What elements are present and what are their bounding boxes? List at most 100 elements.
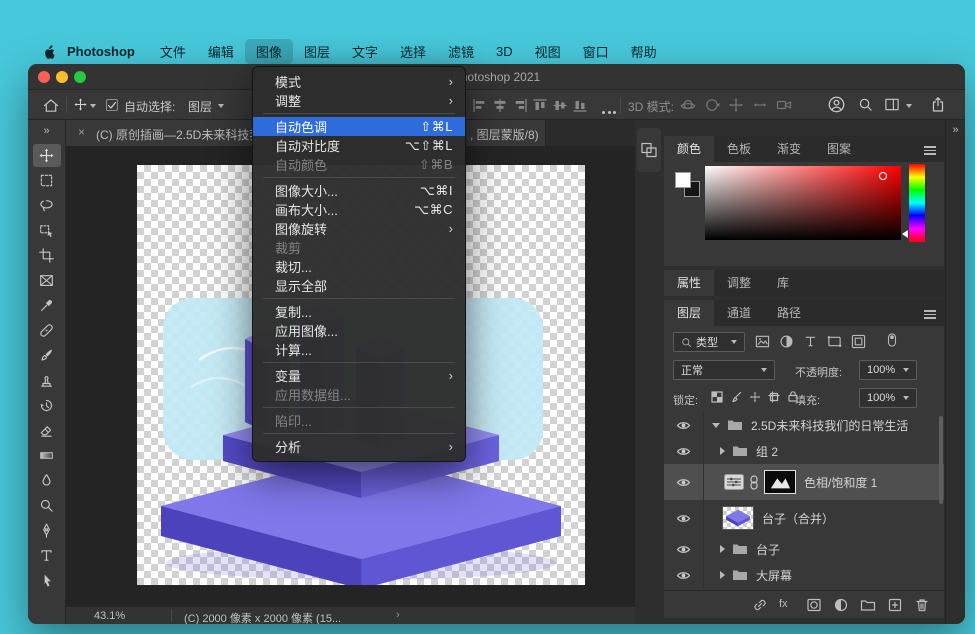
dodge-tool-button[interactable] [33, 494, 61, 517]
align-right-edges-icon[interactable] [512, 98, 528, 113]
menu-item-image-rotation[interactable]: 图像旋转› [253, 219, 465, 238]
lock-artboard-icon[interactable] [768, 391, 780, 403]
visibility-toggle[interactable] [664, 536, 704, 562]
expand-collapse-icon[interactable] [720, 447, 725, 455]
new-layer-icon[interactable] [887, 597, 903, 613]
tab-layers[interactable]: 图层 [664, 300, 714, 326]
menubar-item-layer[interactable]: 图层 [293, 39, 341, 64]
layer-mask-link-icon[interactable] [749, 475, 759, 490]
marquee-tool-button[interactable] [33, 169, 61, 192]
home-icon[interactable] [42, 97, 60, 113]
lasso-tool-button[interactable] [33, 194, 61, 217]
layer-name[interactable]: 大屏幕 [756, 567, 792, 584]
visibility-toggle[interactable] [664, 412, 704, 438]
menubar-item-3d[interactable]: 3D [485, 41, 524, 62]
opacity-dropdown[interactable]: 100% [859, 360, 917, 380]
workspace-caret-icon[interactable] [906, 104, 912, 108]
more-options-icon[interactable] [602, 103, 619, 117]
lock-position-icon[interactable] [749, 391, 761, 403]
menu-item-auto-tone[interactable]: 自动色调⇧⌘L [253, 117, 465, 136]
menu-item-adjustments[interactable]: 调整› [253, 91, 465, 110]
layer-mask-thumbnail[interactable] [764, 470, 796, 494]
eraser-tool-button[interactable] [33, 419, 61, 442]
layer-row-screen-group[interactable]: 大屏幕 [664, 562, 944, 588]
move-tool-button[interactable] [33, 144, 61, 167]
visibility-toggle[interactable] [664, 562, 704, 588]
visibility-toggle[interactable] [664, 500, 704, 536]
account-avatar-icon[interactable] [828, 96, 845, 113]
menu-item-mode[interactable]: 模式› [253, 72, 465, 91]
tab-gradients[interactable]: 渐变 [764, 136, 814, 162]
app-menu-title[interactable]: Photoshop [67, 44, 135, 59]
document-size-status[interactable]: (C) 2000 像素 x 2000 像素 (15... [184, 610, 341, 624]
align-top-edges-icon[interactable] [532, 98, 548, 113]
align-horizontal-centers-icon[interactable] [492, 98, 508, 113]
object-selection-tool-button[interactable] [33, 219, 61, 242]
tab-channels[interactable]: 通道 [714, 300, 764, 326]
tab-swatches[interactable]: 色板 [714, 136, 764, 162]
layer-name[interactable]: 台子（合并） [762, 510, 834, 527]
type-tool-button[interactable] [33, 544, 61, 567]
menu-item-variables[interactable]: 变量› [253, 366, 465, 385]
status-options-chevron-icon[interactable]: › [396, 609, 400, 621]
menu-item-calculations[interactable]: 计算... [253, 340, 465, 359]
path-selection-tool-button[interactable] [33, 569, 61, 592]
share-icon[interactable] [930, 96, 946, 113]
filter-toggle-icon[interactable] [885, 331, 899, 349]
foreground-color-swatch[interactable] [675, 172, 691, 188]
panel-collapse-icon[interactable]: » [946, 120, 965, 142]
expand-collapse-icon[interactable] [712, 423, 720, 428]
history-brush-tool-button[interactable] [33, 394, 61, 417]
crop-tool-button[interactable] [33, 244, 61, 267]
blend-mode-dropdown[interactable]: 正常 [673, 360, 775, 380]
layer-row-group-2[interactable]: 组 2 [664, 438, 944, 464]
menubar-item-file[interactable]: 文件 [149, 39, 197, 64]
menubar-item-help[interactable]: 帮助 [620, 39, 668, 64]
menu-item-reveal-all[interactable]: 显示全部 [253, 276, 465, 295]
tab-close-icon[interactable]: × [78, 125, 85, 139]
collapsed-panel-button[interactable] [637, 128, 661, 172]
align-left-edges-icon[interactable] [472, 98, 488, 113]
brush-tool-button[interactable] [33, 344, 61, 367]
blur-tool-button[interactable] [33, 469, 61, 492]
tool-preset-caret-icon[interactable] [90, 104, 96, 108]
menubar-item-image[interactable]: 图像 [245, 39, 293, 64]
layer-filter-type-dropdown[interactable]: 类型 [673, 332, 745, 352]
filter-pixel-layers-icon[interactable] [755, 334, 770, 349]
search-icon[interactable] [858, 97, 873, 112]
filter-type-layers-icon[interactable] [803, 334, 818, 349]
menubar-item-edit[interactable]: 编辑 [197, 39, 245, 64]
menu-item-canvas-size[interactable]: 画布大小...⌥⌘C [253, 200, 465, 219]
auto-select-caret-icon[interactable] [218, 104, 224, 108]
fill-dropdown[interactable]: 100% [859, 388, 917, 408]
tab-color[interactable]: 颜色 [664, 136, 714, 162]
layer-name[interactable]: 台子 [756, 541, 780, 558]
pen-tool-button[interactable] [33, 519, 61, 542]
saturation-brightness-field[interactable] [705, 166, 901, 240]
align-bottom-edges-icon[interactable] [572, 98, 588, 113]
new-group-icon[interactable] [860, 597, 876, 613]
toolbar-collapse-icon[interactable]: » [28, 120, 65, 142]
filter-shape-layers-icon[interactable] [827, 334, 842, 349]
menu-item-image-size[interactable]: 图像大小...⌥⌘I [253, 181, 465, 200]
tab-paths[interactable]: 路径 [764, 300, 814, 326]
menubar-item-filter[interactable]: 滤镜 [437, 39, 485, 64]
menu-item-auto-contrast[interactable]: 自动对比度⌥⇧⌘L [253, 136, 465, 155]
layer-row-platform-merged[interactable]: 台子（合并） [664, 500, 944, 536]
filter-adjustment-layers-icon[interactable] [779, 334, 794, 349]
minimize-window-button[interactable] [56, 71, 68, 83]
menu-item-trim[interactable]: 裁切... [253, 257, 465, 276]
tab-adjustments[interactable]: 调整 [714, 270, 764, 296]
visibility-toggle[interactable] [664, 438, 704, 464]
layer-row-platform-group[interactable]: 台子 [664, 536, 944, 562]
layer-row-group-root[interactable]: 2.5D未来科技我们的日常生活 [664, 412, 944, 438]
layer-name[interactable]: 组 2 [756, 443, 778, 460]
menubar-item-view[interactable]: 视图 [524, 39, 572, 64]
maximize-window-button[interactable] [74, 71, 86, 83]
add-layer-mask-icon[interactable] [806, 597, 822, 613]
menu-item-analysis[interactable]: 分析› [253, 437, 465, 456]
filter-smart-objects-icon[interactable] [851, 334, 866, 349]
apple-menu-icon[interactable] [42, 43, 57, 60]
hue-slider[interactable] [909, 164, 925, 242]
lock-image-pixels-icon[interactable] [730, 391, 742, 403]
